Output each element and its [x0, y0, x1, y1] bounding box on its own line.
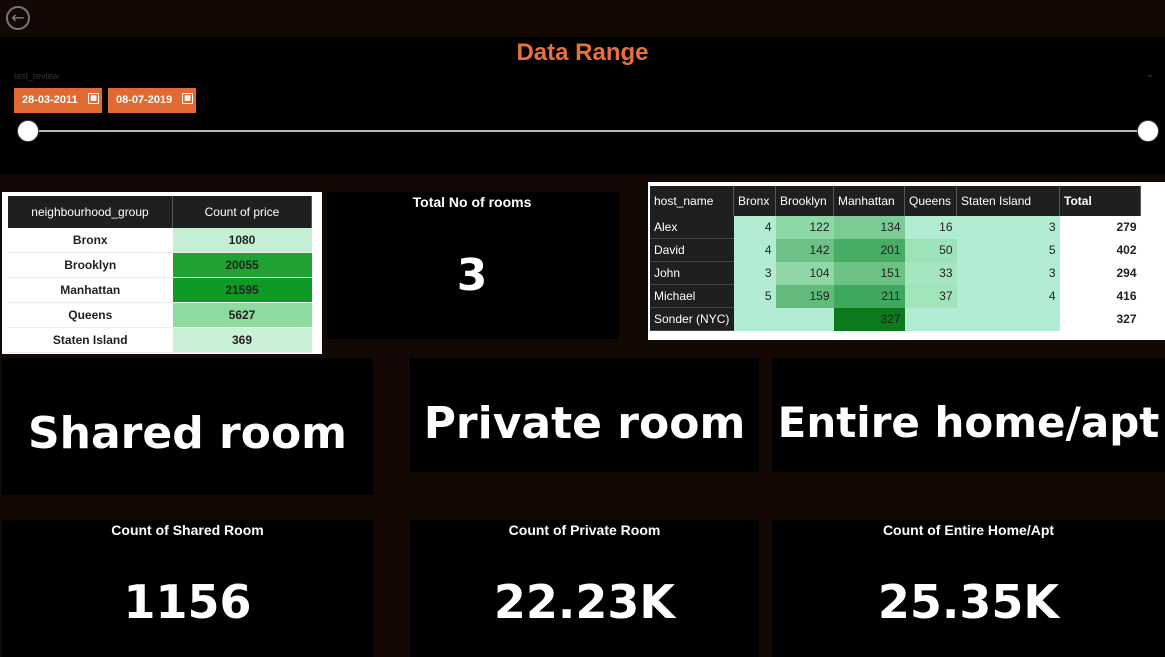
column-header[interactable]: Count of price	[172, 196, 312, 228]
end-date-value: 08-07-2019	[116, 94, 173, 106]
count-cell: 21595	[172, 277, 312, 303]
card-title: Count of Private Room	[508, 522, 661, 538]
column-header[interactable]: Queens	[904, 186, 957, 216]
slicer-title: Data Range	[516, 39, 649, 66]
matrix-cell	[775, 307, 834, 331]
table-row[interactable]: Staten Island 369	[8, 327, 312, 353]
matrix-cell: 37	[904, 284, 957, 308]
matrix-cell	[733, 307, 776, 331]
card-value: 22.23K	[493, 575, 676, 629]
matrix-cell: 16	[904, 216, 957, 239]
entire-home-count-card: Count of Entire Home/Apt 25.35K	[772, 520, 1165, 657]
group-cell: Brooklyn	[8, 252, 173, 278]
matrix-cell: 5	[733, 284, 776, 308]
total-cell: 402	[1059, 238, 1141, 262]
column-header[interactable]: Staten Island	[956, 186, 1060, 216]
private-room-banner: Private room	[410, 358, 759, 472]
shared-room-count-card: Count of Shared Room 1156	[2, 520, 373, 657]
matrix-cell: 151	[833, 261, 905, 285]
matrix-cell: 327	[833, 307, 905, 331]
group-cell: Queens	[8, 302, 173, 328]
host-name-cell: John	[650, 261, 734, 285]
back-arrow-icon[interactable]: ←	[6, 6, 30, 30]
date-range-slicer: Data Range last_review ⌄ 28-03-2011 ▦ 08…	[0, 37, 1165, 174]
calendar-icon[interactable]: ▦	[182, 93, 193, 104]
matrix-cell: 159	[775, 284, 834, 308]
column-header[interactable]: Manhattan	[833, 186, 905, 216]
card-value: 3	[456, 250, 488, 301]
host-name-cell: Alex	[650, 216, 734, 239]
matrix-cell: 211	[833, 284, 905, 308]
column-header[interactable]: Total	[1059, 186, 1141, 216]
matrix-cell: 134	[833, 216, 905, 239]
host-name-cell: Sonder (NYC)	[650, 307, 734, 331]
table-row[interactable]: Michael 5 159 211 37 4 416	[650, 284, 1141, 308]
matrix-cell: 142	[775, 238, 834, 262]
group-cell: Bronx	[8, 228, 173, 253]
matrix-cell	[956, 307, 1060, 331]
column-header[interactable]: Bronx	[733, 186, 776, 216]
matrix-cell: 5	[956, 238, 1060, 262]
table-row[interactable]: Queens 5627	[8, 302, 312, 328]
neighbourhood-table-visual: neighbourhood_group Count of price Bronx…	[2, 192, 322, 354]
matrix-cell: 4	[956, 284, 1060, 308]
total-cell: 294	[1059, 261, 1141, 285]
count-cell: 1080	[172, 228, 312, 253]
column-header[interactable]: Brooklyn	[775, 186, 834, 216]
card-title: Count of Entire Home/Apt	[882, 522, 1055, 538]
matrix-cell: 201	[833, 238, 905, 262]
slider-track[interactable]	[28, 130, 1148, 132]
slider-start-handle[interactable]	[17, 120, 39, 142]
count-cell: 369	[172, 327, 312, 353]
slicer-field-label: last_review	[14, 71, 60, 81]
matrix-cell: 4	[733, 238, 776, 262]
slider-end-handle[interactable]	[1137, 120, 1159, 142]
matrix-cell: 3	[956, 261, 1060, 285]
card-value: 1156	[123, 575, 252, 629]
table-row[interactable]: Manhattan 21595	[8, 277, 312, 303]
total-cell: 416	[1059, 284, 1141, 308]
table-row[interactable]: Alex 4 122 134 16 3 279	[650, 216, 1141, 239]
matrix-cell: 3	[733, 261, 776, 285]
total-cell: 279	[1059, 216, 1141, 239]
shared-room-banner: Shared room	[2, 358, 373, 495]
host-name-cell: David	[650, 238, 734, 262]
column-header[interactable]: host_name	[650, 186, 734, 216]
table-row[interactable]: Bronx 1080	[8, 228, 312, 253]
table-row[interactable]: David 4 142 201 50 5 402	[650, 238, 1141, 262]
matrix-cell: 3	[956, 216, 1060, 239]
neighbourhood-table: neighbourhood_group Count of price Bronx…	[8, 196, 312, 353]
end-date-input[interactable]: 08-07-2019 ▦	[108, 88, 196, 113]
group-cell: Staten Island	[8, 327, 173, 353]
table-row[interactable]: Brooklyn 20055	[8, 252, 312, 278]
matrix-cell	[904, 307, 957, 331]
calendar-icon[interactable]: ▦	[88, 93, 99, 104]
host-matrix: host_name Bronx Brooklyn Manhattan Queen…	[650, 186, 1141, 331]
total-rooms-card: Total No of rooms 3	[327, 192, 619, 339]
start-date-value: 28-03-2011	[22, 94, 78, 106]
card-value: 25.35K	[877, 575, 1060, 629]
total-cell: 327	[1059, 307, 1141, 331]
chevron-down-icon[interactable]: ⌄	[1146, 69, 1154, 80]
group-cell: Manhattan	[8, 277, 173, 303]
matrix-cell: 33	[904, 261, 957, 285]
table-row[interactable]: Sonder (NYC) 327 327	[650, 307, 1141, 331]
card-title: Total No of rooms	[412, 194, 532, 210]
matrix-cell: 50	[904, 238, 957, 262]
host-name-cell: Michael	[650, 284, 734, 308]
count-cell: 20055	[172, 252, 312, 278]
column-header[interactable]: neighbourhood_group	[8, 196, 173, 228]
matrix-cell: 104	[775, 261, 834, 285]
start-date-input[interactable]: 28-03-2011 ▦	[14, 88, 102, 113]
entire-home-banner: Entire home/apt	[772, 358, 1165, 472]
count-cell: 5627	[172, 302, 312, 328]
card-title: Count of Shared Room	[111, 522, 264, 538]
matrix-cell: 122	[775, 216, 834, 239]
host-matrix-visual: host_name Bronx Brooklyn Manhattan Queen…	[648, 182, 1165, 340]
table-row[interactable]: John 3 104 151 33 3 294	[650, 261, 1141, 285]
private-room-count-card: Count of Private Room 22.23K	[410, 520, 759, 657]
matrix-cell: 4	[733, 216, 776, 239]
